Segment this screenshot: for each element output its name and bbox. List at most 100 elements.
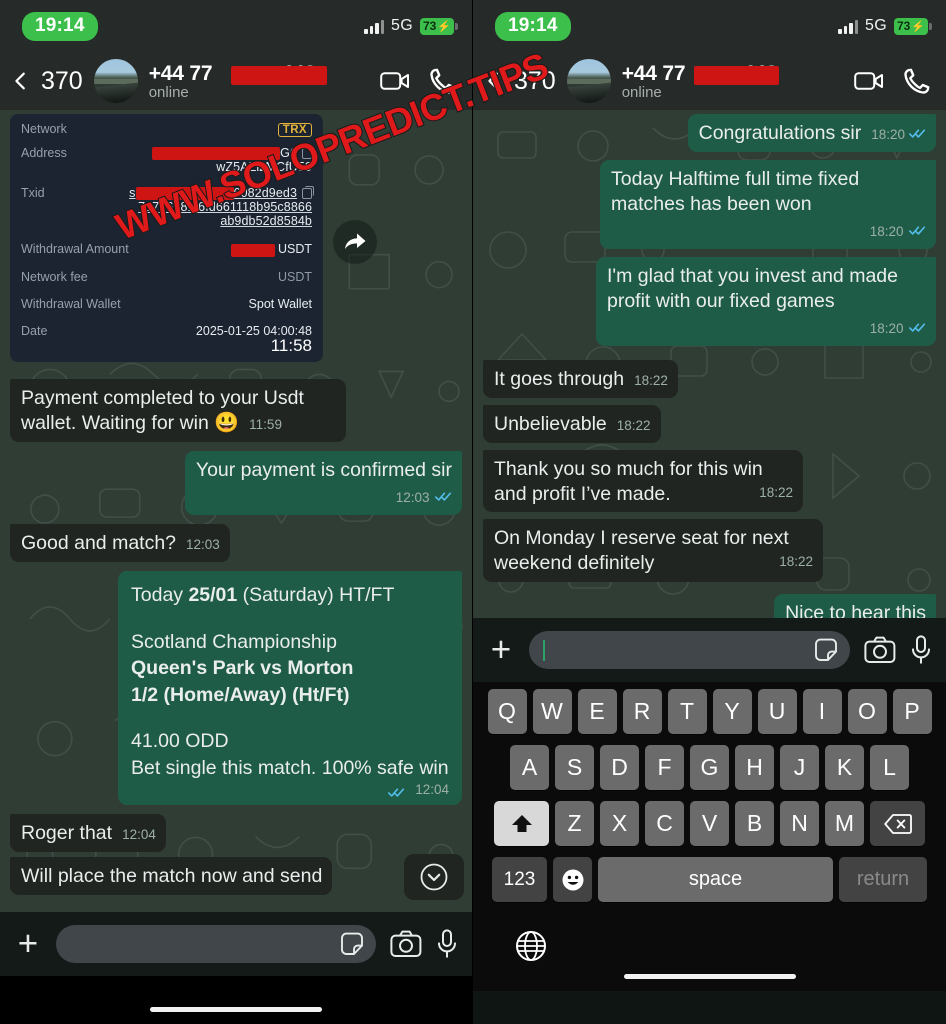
key-e[interactable]: E: [577, 689, 617, 734]
message-row-tip[interactable]: Today 25/01 (Saturday) HT/FT Scotland Ch…: [10, 571, 462, 806]
key-c[interactable]: C: [645, 801, 684, 846]
key-z[interactable]: Z: [555, 801, 594, 846]
key-j[interactable]: J: [780, 745, 819, 790]
copy-icon[interactable]: [302, 146, 314, 160]
tip-daytype: (Saturday) HT/FT: [237, 584, 395, 607]
chat-bubble-incoming[interactable]: It goes through 18:22: [483, 359, 678, 398]
camera-icon[interactable]: [864, 636, 896, 664]
chat-bubble-outgoing[interactable]: Congratulations sir 18:20: [687, 114, 936, 152]
camera-icon[interactable]: [390, 930, 422, 958]
signal-bars-icon: [838, 19, 859, 34]
key-y[interactable]: Y: [712, 689, 752, 734]
message-row[interactable]: I'm glad that you invest and made profit…: [483, 256, 936, 346]
back-chevron-icon[interactable]: [10, 70, 32, 92]
key-i[interactable]: I: [802, 689, 842, 734]
message-row[interactable]: Congratulations sir 18:20: [483, 114, 936, 152]
key-n[interactable]: N: [780, 801, 819, 846]
attach-plus-icon[interactable]: +: [487, 632, 515, 666]
message-input-field[interactable]: [56, 925, 376, 963]
globe-key-icon[interactable]: [514, 929, 548, 963]
key-f[interactable]: F: [645, 745, 684, 790]
chat-bubble-outgoing[interactable]: Your payment is confirmed sir 12:03: [184, 451, 462, 516]
header-actions: [380, 66, 458, 96]
shift-key-icon[interactable]: [494, 801, 549, 846]
presence-label: online: [621, 83, 662, 101]
key-s[interactable]: S: [555, 745, 594, 790]
microphone-icon[interactable]: [436, 929, 458, 959]
message-row[interactable]: Will place the match now and send: [10, 857, 462, 896]
key-p[interactable]: P: [892, 689, 932, 734]
scroll-to-bottom-button[interactable]: [404, 854, 464, 900]
key-l[interactable]: L: [870, 745, 909, 790]
message-timestamp: 12:04: [122, 827, 156, 843]
chat-bubble-incoming[interactable]: Unbelievable 18:22: [483, 404, 661, 443]
message-row[interactable]: It goes through 18:22: [483, 359, 936, 398]
key-r[interactable]: R: [622, 689, 662, 734]
forward-arrow-icon[interactable]: [333, 219, 377, 264]
key-o[interactable]: O: [847, 689, 887, 734]
key-a[interactable]: A: [510, 745, 549, 790]
chat-bubble-incoming[interactable]: Good and match? 12:03: [10, 524, 230, 563]
voice-call-icon[interactable]: [902, 66, 932, 96]
key-b[interactable]: B: [735, 801, 774, 846]
key-w[interactable]: W: [532, 689, 572, 734]
voice-call-icon[interactable]: [428, 66, 458, 96]
key-m[interactable]: M: [825, 801, 864, 846]
chat-body-left[interactable]: Network TRX Address G6 wZ5AZizMCfU59 Txi…: [0, 110, 472, 912]
key-t[interactable]: T: [667, 689, 707, 734]
copy-icon[interactable]: [302, 186, 314, 200]
chat-bubble-outgoing[interactable]: I'm glad that you invest and made profit…: [596, 256, 936, 346]
transaction-receipt-card[interactable]: Network TRX Address G6 wZ5AZizMCfU59 Txi…: [10, 114, 323, 362]
key-g[interactable]: G: [690, 745, 729, 790]
key-x[interactable]: X: [600, 801, 639, 846]
contact-info[interactable]: +44 77xxxxxx442 online: [149, 62, 371, 101]
unread-count-label[interactable]: 370: [41, 67, 83, 96]
sticker-icon[interactable]: [339, 931, 365, 957]
message-row[interactable]: On Monday I reserve seat for next weeken…: [483, 519, 936, 583]
unread-count-label[interactable]: 370: [514, 67, 556, 96]
chat-bubble-incoming[interactable]: On Monday I reserve seat for next weeken…: [483, 519, 823, 583]
chat-body-right[interactable]: Congratulations sir 18:20 Today Halftime …: [473, 110, 946, 618]
chat-bubble-incoming[interactable]: Roger that 12:04: [10, 814, 166, 853]
chat-bubble-incoming[interactable]: Payment completed to your Usdt wallet. W…: [10, 378, 346, 443]
avatar[interactable]: [566, 59, 611, 103]
key-h[interactable]: H: [735, 745, 774, 790]
message-row[interactable]: Roger that 12:04: [10, 814, 462, 853]
key-u[interactable]: U: [757, 689, 797, 734]
avatar[interactable]: [93, 59, 138, 103]
message-row[interactable]: Thank you so much for this win and profi…: [483, 449, 936, 513]
message-timestamp: 18:22: [779, 554, 813, 570]
message-row[interactable]: Unbelievable 18:22: [483, 404, 936, 443]
emoji-key-icon[interactable]: [553, 857, 592, 902]
message-row[interactable]: Nice to hear this: [483, 594, 936, 618]
video-call-icon[interactable]: [854, 66, 884, 96]
table-row: Address G6 wZ5AZizMCfU59: [21, 146, 314, 174]
chat-bubble-incoming[interactable]: Thank you so much for this win and profi…: [483, 449, 803, 513]
message-input-field-focused[interactable]: [529, 631, 850, 669]
key-q[interactable]: Q: [487, 689, 527, 734]
numbers-key[interactable]: 123: [492, 857, 547, 902]
message-row[interactable]: Today Halftime full time fixed matches h…: [483, 159, 936, 249]
key-v[interactable]: V: [690, 801, 729, 846]
microphone-icon[interactable]: [910, 635, 932, 665]
space-key[interactable]: space: [598, 857, 833, 902]
chat-bubble-outgoing[interactable]: Today Halftime full time fixed matches h…: [600, 159, 936, 249]
attach-plus-icon[interactable]: +: [14, 926, 42, 960]
key-k[interactable]: K: [825, 745, 864, 790]
home-indicator[interactable]: [623, 974, 796, 979]
return-key[interactable]: return: [839, 857, 927, 902]
back-chevron-icon[interactable]: [483, 70, 505, 92]
key-d[interactable]: D: [600, 745, 639, 790]
contact-info[interactable]: +44 77xxxxx442 online: [622, 62, 845, 101]
backspace-key-icon[interactable]: [870, 801, 925, 846]
video-call-icon[interactable]: [380, 66, 410, 96]
message-row[interactable]: Payment completed to your Usdt wallet. W…: [10, 378, 462, 443]
sticker-icon[interactable]: [813, 637, 839, 663]
chat-bubble-outgoing-clipped[interactable]: Nice to hear this: [774, 594, 936, 618]
message-row-transaction[interactable]: Network TRX Address G6 wZ5AZizMCfU59 Txi…: [10, 114, 462, 370]
message-row[interactable]: Good and match? 12:03: [10, 524, 462, 563]
chat-bubble-outgoing-tip[interactable]: Today 25/01 (Saturday) HT/FT Scotland Ch…: [118, 571, 462, 806]
message-row[interactable]: Your payment is confirmed sir 12:03: [10, 451, 462, 516]
home-indicator[interactable]: [150, 1007, 322, 1012]
chat-bubble-incoming-clipped[interactable]: Will place the match now and send: [10, 857, 333, 896]
